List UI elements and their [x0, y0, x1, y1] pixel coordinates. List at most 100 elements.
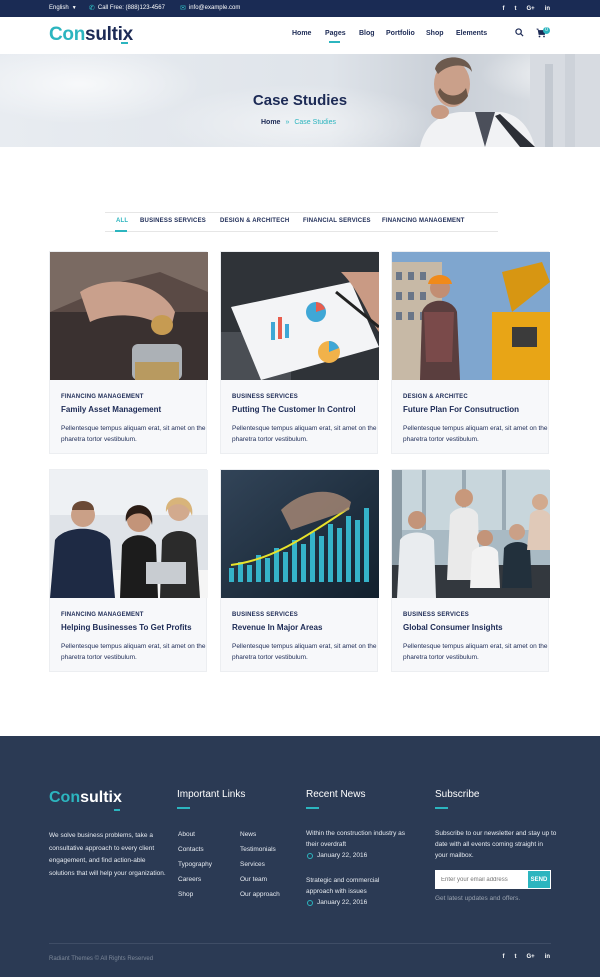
card-title[interactable]: Family Asset Management	[61, 405, 161, 414]
card-title[interactable]: Helping Businesses To Get Profits	[61, 623, 192, 632]
nav-blog[interactable]: Blog	[359, 30, 375, 37]
copyright-text: Radiant Themes © All Rights Reserved	[49, 956, 154, 962]
card-title[interactable]: Putting The Customer In Control	[232, 405, 356, 414]
card-title[interactable]: Future Plan For Consutruction	[403, 405, 519, 414]
footer-social: f t G+ in	[502, 954, 550, 960]
card-category: DESIGN & ARCHITEC	[403, 394, 468, 400]
send-button[interactable]: SEND	[527, 870, 551, 889]
card-category: BUSINESS SERVICES	[403, 612, 469, 618]
news-item-date: January 22, 2016	[307, 852, 367, 859]
business-team-image	[50, 470, 208, 598]
card-title[interactable]: Revenue In Major Areas	[232, 623, 322, 632]
case-study-card[interactable]: FINANCING MANAGEMENT Helping Businesses …	[49, 469, 208, 672]
case-study-card[interactable]: BUSINESS SERVICES Putting The Customer I…	[220, 251, 379, 454]
breadcrumb-separator: »	[285, 119, 290, 126]
email-input[interactable]	[435, 870, 527, 889]
case-study-card[interactable]: FINANCING MANAGEMENT Family Asset Manage…	[49, 251, 208, 454]
footer: Consultix We solve business problems, ta…	[0, 736, 600, 977]
nav-home[interactable]: Home	[292, 30, 311, 37]
news-item-title[interactable]: Strategic and commercial approach with i…	[306, 875, 406, 897]
nav-portfolio[interactable]: Portfolio	[386, 30, 415, 37]
footer-link-contacts[interactable]: Contacts	[178, 846, 204, 853]
construction-worker-image	[392, 252, 550, 380]
footer-logo-accent	[114, 809, 120, 811]
facebook-icon[interactable]: f	[502, 6, 504, 12]
facebook-icon[interactable]: f	[502, 954, 504, 960]
email-info[interactable]: ✉ info@example.com	[180, 0, 240, 17]
linkedin-icon[interactable]: in	[545, 954, 550, 960]
nav-shop[interactable]: Shop	[426, 30, 444, 37]
linkedin-icon[interactable]: in	[545, 6, 550, 12]
nav-pages[interactable]: Pages	[325, 30, 346, 37]
subscribe-text: Subscribe to our newsletter and stay up …	[435, 830, 557, 859]
nav-elements[interactable]: Elements	[456, 30, 487, 37]
news-item-date: January 22, 2016	[307, 899, 367, 906]
clock-icon	[307, 899, 313, 906]
footer-divider	[49, 943, 551, 944]
clock-icon	[307, 852, 313, 859]
card-description: Pellentesque tempus aliquam erat, sit am…	[403, 643, 548, 661]
coin-jar-image	[50, 252, 208, 380]
footer-about-text: We solve business problems, take a consu…	[49, 832, 166, 877]
filter-financing-management[interactable]: FINANCING MANAGEMENT	[382, 218, 465, 224]
office-meeting-image	[392, 470, 550, 598]
cart-count-badge: 0	[543, 27, 550, 34]
subscribe-heading-accent	[435, 807, 448, 809]
topbar-social: f t G+ in	[502, 0, 550, 17]
card-category: FINANCING MANAGEMENT	[61, 612, 144, 618]
charts-document-image	[221, 252, 379, 380]
footer-link-about[interactable]: About	[178, 831, 195, 838]
filter-financial-services[interactable]: FINANCIAL SERVICES	[303, 218, 371, 224]
logo-accent	[121, 42, 128, 44]
phone-icon: ✆	[89, 5, 95, 12]
google-plus-icon[interactable]: G+	[526, 6, 534, 12]
revenue-graph-image	[221, 470, 379, 598]
footer-link-typography[interactable]: Typography	[178, 861, 212, 868]
top-bar: English ▼ ✆ Call Free: (888)123-4567 ✉ i…	[0, 0, 600, 17]
footer-link-our-team[interactable]: Our team	[240, 876, 267, 883]
footer-link-services[interactable]: Services	[240, 861, 265, 868]
breadcrumb-home[interactable]: Home	[261, 119, 280, 126]
chevron-down-icon: ▼	[71, 5, 77, 11]
card-description: Pellentesque tempus aliquam erat, sit am…	[232, 643, 377, 661]
phone-text: Call Free: (888)123-4567	[97, 5, 165, 11]
footer-logo[interactable]: Consultix	[49, 789, 122, 807]
news-heading-accent	[306, 807, 319, 809]
footer-link-careers[interactable]: Careers	[178, 876, 201, 883]
links-heading: Important Links	[177, 789, 246, 800]
twitter-icon[interactable]: t	[514, 954, 516, 960]
filter-all[interactable]: ALL	[116, 218, 128, 224]
phone-info: ✆ Call Free: (888)123-4567	[89, 0, 165, 17]
google-plus-icon[interactable]: G+	[526, 954, 534, 960]
card-title[interactable]: Global Consumer Insights	[403, 623, 503, 632]
card-category: FINANCING MANAGEMENT	[61, 394, 144, 400]
search-icon[interactable]	[515, 28, 524, 37]
subscribe-form: SEND	[435, 870, 551, 889]
footer-link-news[interactable]: News	[240, 831, 256, 838]
language-label: English	[49, 5, 69, 11]
links-heading-accent	[177, 807, 190, 809]
news-item-title[interactable]: Within the construction industry as thei…	[306, 828, 406, 850]
footer-link-shop[interactable]: Shop	[178, 891, 193, 898]
card-description: Pellentesque tempus aliquam erat, sit am…	[403, 425, 548, 443]
nav-active-indicator	[329, 41, 340, 43]
footer-link-testimonials[interactable]: Testimonials	[240, 846, 276, 853]
twitter-icon[interactable]: t	[514, 6, 516, 12]
card-description: Pellentesque tempus aliquam erat, sit am…	[61, 425, 206, 443]
email-text: info@example.com	[188, 5, 241, 11]
breadcrumb-current: Case Studies	[294, 119, 336, 126]
breadcrumb: Home » Case Studies	[261, 119, 336, 126]
page-title: Case Studies	[252, 92, 348, 109]
case-study-card[interactable]: DESIGN & ARCHITEC Future Plan For Consut…	[391, 251, 550, 454]
filter-design-architech[interactable]: DESIGN & ARCHITECH	[220, 218, 289, 224]
case-study-card[interactable]: BUSINESS SERVICES Global Consumer Insigh…	[391, 469, 550, 672]
footer-link-our-approach[interactable]: Our approach	[240, 891, 280, 898]
card-category: BUSINESS SERVICES	[232, 394, 298, 400]
case-study-card[interactable]: BUSINESS SERVICES Revenue In Major Areas…	[220, 469, 379, 672]
news-heading: Recent News	[306, 789, 366, 800]
page-hero: Case Studies Home » Case Studies	[0, 54, 600, 147]
filter-active-indicator	[115, 230, 127, 232]
envelope-icon: ✉	[180, 5, 186, 12]
language-selector[interactable]: English ▼	[49, 0, 77, 17]
filter-business-services[interactable]: BUSINESS SERVICES	[140, 218, 206, 224]
